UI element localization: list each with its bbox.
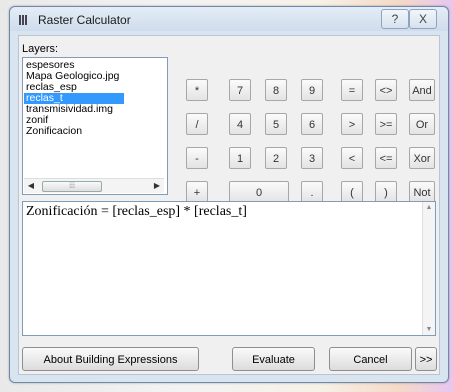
decimal-point-button[interactable]: . xyxy=(301,181,323,203)
scroll-left-icon[interactable]: ◀ xyxy=(24,179,38,193)
close-paren-button[interactable]: ) xyxy=(375,181,397,203)
subtract-button[interactable]: - xyxy=(186,147,208,169)
digit-0-button[interactable]: 0 xyxy=(229,181,289,203)
digit-1-button[interactable]: 1 xyxy=(229,147,251,169)
scroll-thumb[interactable]: ⁞⁞⁞ xyxy=(42,181,102,192)
open-paren-button[interactable]: ( xyxy=(341,181,363,203)
digit-4-button[interactable]: 4 xyxy=(229,113,251,135)
layers-horizontal-scrollbar[interactable]: ◀ ⁞⁞⁞ ▶ xyxy=(24,178,164,193)
less-than-button[interactable]: < xyxy=(341,147,363,169)
digit-7-button[interactable]: 7 xyxy=(229,79,251,101)
expression-text[interactable]: Zonificación = [reclas_esp] * [reclas_t] xyxy=(26,204,247,220)
close-button[interactable]: X xyxy=(409,9,437,29)
not-button[interactable]: Not xyxy=(409,181,435,203)
or-button[interactable]: Or xyxy=(409,113,435,135)
window-title: Raster Calculator xyxy=(38,13,131,27)
more-options-button[interactable]: >> xyxy=(415,347,437,371)
title-bar[interactable]: Raster Calculator ? X xyxy=(10,7,448,31)
raster-calculator-dialog: Raster Calculator ? X Layers: espesores … xyxy=(9,6,449,383)
divide-button[interactable]: / xyxy=(186,113,208,135)
equals-button[interactable]: = xyxy=(341,79,363,101)
greater-equal-button[interactable]: >= xyxy=(375,113,397,135)
help-button[interactable]: ? xyxy=(381,9,409,29)
grid-icon xyxy=(19,15,31,25)
expression-input[interactable]: Zonificación = [reclas_esp] * [reclas_t]… xyxy=(22,201,436,336)
digit-8-button[interactable]: 8 xyxy=(265,79,287,101)
layer-item-zonificacion[interactable]: Zonificacion xyxy=(24,126,161,137)
digit-2-button[interactable]: 2 xyxy=(265,147,287,169)
expression-vertical-scrollbar[interactable]: ▲ ▼ xyxy=(422,202,435,335)
cancel-button[interactable]: Cancel xyxy=(329,347,412,371)
dialog-body: Layers: espesores Mapa Geologico.jpg rec… xyxy=(18,35,440,375)
evaluate-button[interactable]: Evaluate xyxy=(232,347,315,371)
digit-5-button[interactable]: 5 xyxy=(265,113,287,135)
scroll-right-icon[interactable]: ▶ xyxy=(150,179,164,193)
digit-9-button[interactable]: 9 xyxy=(301,79,323,101)
less-equal-button[interactable]: <= xyxy=(375,147,397,169)
and-button[interactable]: And xyxy=(409,79,435,101)
digit-3-button[interactable]: 3 xyxy=(301,147,323,169)
add-button[interactable]: + xyxy=(186,181,208,203)
layers-label: Layers: xyxy=(22,43,59,55)
digit-6-button[interactable]: 6 xyxy=(301,113,323,135)
scroll-down-icon[interactable]: ▼ xyxy=(423,326,435,333)
multiply-button[interactable]: * xyxy=(186,79,208,101)
greater-than-button[interactable]: > xyxy=(341,113,363,135)
scroll-up-icon[interactable]: ▲ xyxy=(423,204,435,211)
about-building-expressions-button[interactable]: About Building Expressions xyxy=(22,347,199,371)
layers-list[interactable]: espesores Mapa Geologico.jpg reclas_esp … xyxy=(22,57,168,195)
xor-button[interactable]: Xor xyxy=(409,147,435,169)
not-equal-button[interactable]: <> xyxy=(375,79,397,101)
